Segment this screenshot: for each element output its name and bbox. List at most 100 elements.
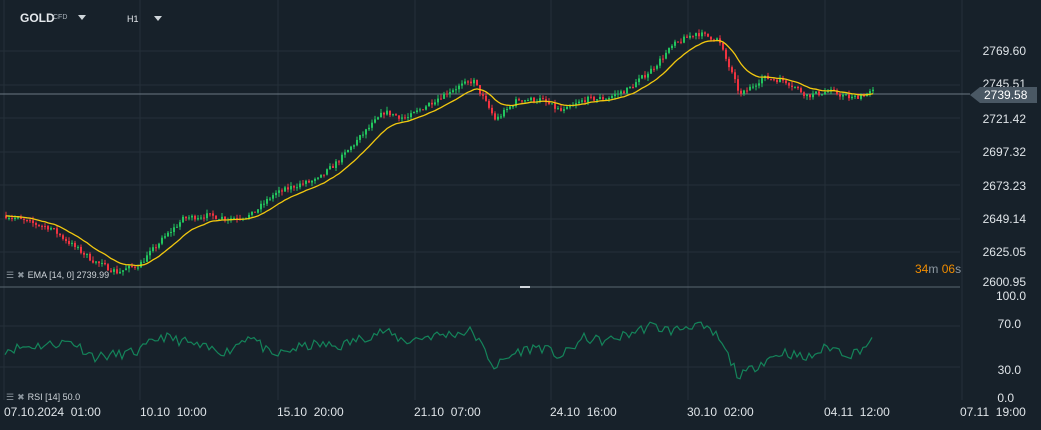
timeframe-dropdown-icon[interactable] <box>154 16 162 21</box>
candle <box>131 265 133 267</box>
close-icon[interactable]: ✖ <box>17 270 25 280</box>
candle <box>176 226 178 228</box>
candle <box>65 238 67 241</box>
candle <box>47 226 49 230</box>
candle <box>446 93 448 95</box>
candle <box>494 113 496 120</box>
candle <box>209 213 211 215</box>
candle <box>638 78 640 83</box>
time-tick: 07.11 19:00 <box>960 405 1026 419</box>
candle <box>581 100 583 102</box>
candle <box>611 95 613 99</box>
rsi-tick: 70.0 <box>997 317 1021 331</box>
candle <box>410 113 412 118</box>
candle <box>305 180 307 184</box>
candle <box>737 79 739 91</box>
settings-icon[interactable]: ☰ <box>6 392 14 402</box>
candle <box>290 186 292 190</box>
candle <box>356 139 358 146</box>
candle <box>701 32 703 37</box>
candle <box>587 96 589 103</box>
candle <box>215 215 217 220</box>
close-icon[interactable]: ✖ <box>17 392 25 402</box>
candle <box>614 94 616 96</box>
candle <box>821 94 823 96</box>
candle <box>116 269 118 274</box>
rsi-tick: 100.0 <box>995 289 1026 303</box>
candle <box>401 117 403 119</box>
candle <box>383 112 385 115</box>
candle <box>860 95 862 99</box>
candle <box>854 95 856 97</box>
symbol-selector[interactable]: GOLD <box>20 11 55 25</box>
candle <box>488 100 490 108</box>
candle <box>470 81 472 84</box>
candle <box>872 89 874 92</box>
price-tick: 2697.32 <box>982 145 1026 159</box>
candle <box>824 92 826 95</box>
candle <box>533 97 535 102</box>
candle <box>269 198 271 200</box>
candle <box>728 58 730 68</box>
candle <box>281 190 283 192</box>
candle <box>191 215 193 218</box>
candle <box>845 94 847 96</box>
candle <box>110 270 112 272</box>
candle <box>797 86 799 89</box>
chart-canvas[interactable] <box>0 0 1041 430</box>
candle <box>500 116 502 118</box>
candle <box>59 233 61 236</box>
candle <box>212 213 214 216</box>
candle <box>299 183 301 188</box>
candle <box>665 52 667 59</box>
symbol-dropdown-icon[interactable] <box>78 15 86 20</box>
candle <box>182 216 184 223</box>
price-tick: 2673.23 <box>982 179 1026 193</box>
current-price-marker-icon <box>970 87 980 103</box>
candle <box>647 73 649 78</box>
candle <box>119 271 121 274</box>
candle <box>443 93 445 99</box>
candle <box>23 218 25 220</box>
candle <box>77 246 79 248</box>
candle <box>416 110 418 113</box>
candle <box>293 186 295 188</box>
candle <box>842 94 844 97</box>
candle <box>80 246 82 253</box>
candle <box>731 67 733 73</box>
candle <box>371 122 373 128</box>
time-tick: 04.11 12:00 <box>824 405 890 419</box>
candle <box>755 85 757 87</box>
candle <box>275 192 277 196</box>
candle <box>518 99 520 101</box>
candle <box>95 261 97 263</box>
candle <box>692 35 694 37</box>
candle <box>815 91 817 94</box>
candle <box>698 33 700 37</box>
candle <box>557 108 559 110</box>
candle <box>794 86 796 88</box>
candle <box>377 117 379 120</box>
candle <box>851 96 853 99</box>
candle <box>326 169 328 175</box>
candle <box>476 79 478 86</box>
candle <box>440 98 442 100</box>
candle <box>8 217 10 219</box>
time-tick: 10.10 10:00 <box>140 405 207 419</box>
candle <box>362 134 364 136</box>
candle <box>374 119 376 123</box>
timeframe-selector[interactable]: H1 <box>127 14 139 24</box>
candle <box>641 75 643 79</box>
candle <box>71 242 73 244</box>
candle <box>827 91 829 93</box>
candle <box>458 85 460 90</box>
candle <box>368 127 370 130</box>
candle <box>137 267 139 269</box>
current-price-tag: 2739.58 <box>980 87 1037 103</box>
candle-timer: 34m 06s <box>915 262 962 276</box>
candle <box>473 79 475 84</box>
candle <box>17 217 19 219</box>
candle <box>161 237 163 244</box>
settings-icon[interactable]: ☰ <box>6 270 14 280</box>
candle <box>302 183 304 185</box>
